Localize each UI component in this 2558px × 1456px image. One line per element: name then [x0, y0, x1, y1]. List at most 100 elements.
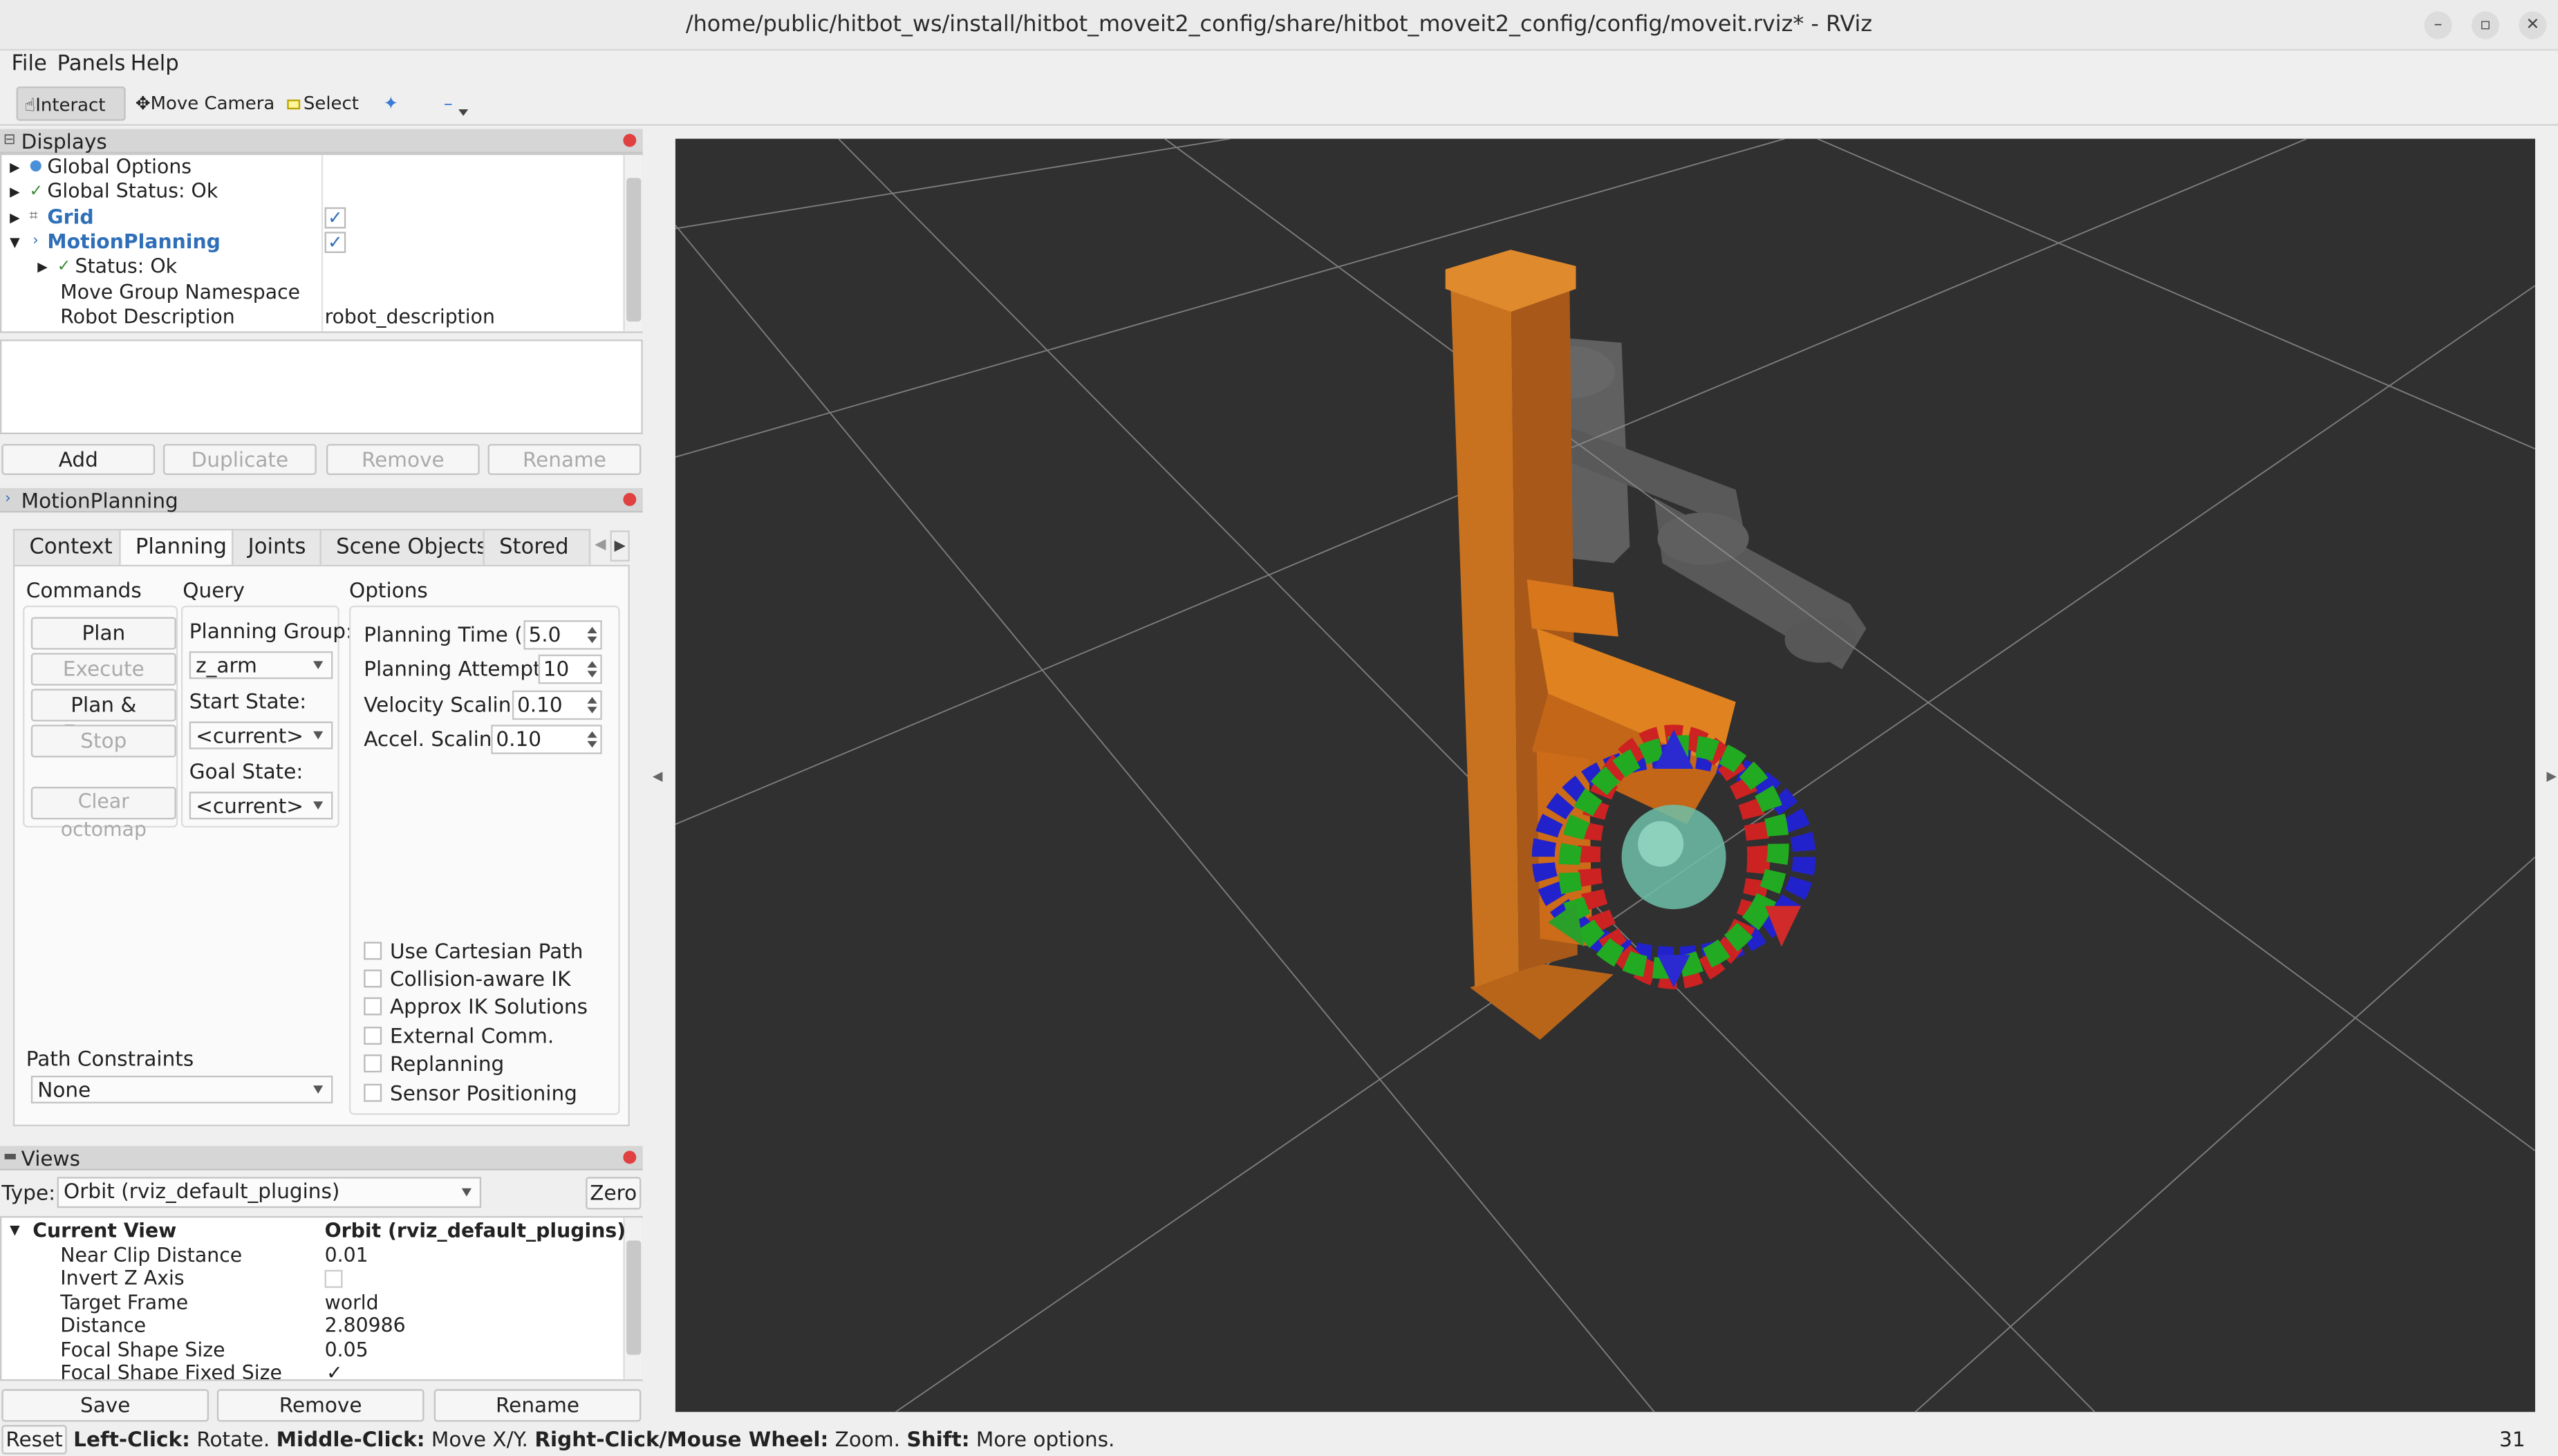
- use-cartesian-path-checkbox[interactable]: [364, 942, 382, 960]
- accel-scaling-spinbox[interactable]: 0.10: [491, 725, 602, 754]
- tab-context[interactable]: Context: [12, 528, 129, 565]
- start-state-combo[interactable]: <current>: [189, 721, 333, 749]
- clear-octomap-button[interactable]: Clear octomap: [30, 787, 176, 841]
- select-tool-button[interactable]: Select: [281, 86, 366, 121]
- expand-arrow-icon[interactable]: ▶: [37, 255, 48, 280]
- goal-state-combo[interactable]: <current>: [189, 792, 333, 820]
- spin-down-icon[interactable]: [587, 707, 597, 713]
- display-row-robot-description[interactable]: Robot Description robot_description: [1, 305, 622, 330]
- replanning-checkbox[interactable]: [364, 1054, 382, 1073]
- expand-right-dock-icon[interactable]: ▶: [2546, 769, 2557, 783]
- zero-view-button[interactable]: Zero: [586, 1177, 642, 1210]
- expand-arrow-icon[interactable]: ▶: [10, 180, 20, 205]
- remove-display-button[interactable]: Remove: [326, 444, 480, 476]
- save-view-button[interactable]: Save: [1, 1389, 209, 1422]
- spin-up-icon[interactable]: [587, 731, 597, 738]
- interact-tool-button[interactable]: ☝Interact: [16, 86, 126, 121]
- minimize-icon[interactable]: –: [2424, 11, 2452, 39]
- focal-fixed-checkbox[interactable]: ✓: [326, 1361, 343, 1379]
- view-row-invert-z[interactable]: Invert Z Axis: [1, 1267, 622, 1290]
- tab-stored-scenes[interactable]: Stored Sc: [483, 528, 591, 565]
- menu-help[interactable]: Help: [131, 53, 179, 77]
- collapse-arrow-icon[interactable]: ▼: [10, 1220, 20, 1243]
- display-row-grid[interactable]: ▶ ⌗ Grid ✓: [1, 205, 622, 230]
- collision-aware-ik-checkbox[interactable]: [364, 969, 382, 988]
- display-row-status[interactable]: ▶ ✓ Status: Ok: [1, 255, 622, 280]
- globe-icon: ●: [29, 158, 43, 175]
- plan-button[interactable]: Plan: [30, 617, 176, 650]
- spin-up-icon[interactable]: [587, 626, 597, 634]
- velocity-scaling-spinbox[interactable]: 0.10: [512, 690, 602, 720]
- motionplanning-enabled-checkbox[interactable]: ✓: [324, 232, 346, 253]
- invert-z-checkbox[interactable]: [324, 1269, 343, 1288]
- expand-arrow-icon[interactable]: ▶: [10, 205, 20, 230]
- scroll-thumb[interactable]: [626, 178, 642, 322]
- view-row-near-clip[interactable]: Near Clip Distance 0.01: [1, 1243, 622, 1267]
- 3d-viewport[interactable]: [675, 138, 2535, 1412]
- menu-panels[interactable]: Panels: [57, 53, 126, 77]
- external-comm-checkbox[interactable]: [364, 1027, 382, 1045]
- collapse-left-dock-icon[interactable]: ◀: [653, 769, 663, 783]
- velocity-scaling-label: Velocity Scaling:: [364, 692, 532, 717]
- use-cartesian-path-label: Use Cartesian Path: [389, 938, 584, 963]
- tab-scroll-left-icon[interactable]: ◀: [590, 530, 610, 561]
- planning-time-spinbox[interactable]: 5.0: [523, 620, 602, 650]
- reset-button[interactable]: Reset: [1, 1425, 67, 1455]
- close-icon[interactable]: ✕: [2519, 11, 2547, 39]
- display-row-global-options[interactable]: ▶ ● Global Options: [1, 155, 622, 180]
- spin-up-icon[interactable]: [587, 661, 597, 668]
- planning-group-label: Planning Group:: [189, 618, 353, 644]
- add-tool-icon[interactable]: ✦: [377, 86, 405, 121]
- tab-scene-objects[interactable]: Scene Objects: [319, 528, 504, 565]
- view-row-current-view[interactable]: ▼ Current View Orbit (rviz_default_plugi…: [1, 1220, 626, 1243]
- duplicate-display-button[interactable]: Duplicate: [162, 444, 317, 476]
- expand-arrow-icon[interactable]: ▶: [10, 155, 20, 180]
- chevron-down-icon: [313, 661, 324, 670]
- planning-group-combo[interactable]: z_arm: [189, 651, 333, 680]
- spin-down-icon[interactable]: [587, 740, 597, 748]
- tab-planning[interactable]: Planning: [119, 528, 243, 567]
- displays-scrollbar[interactable]: [623, 155, 643, 332]
- sensor-positioning-checkbox[interactable]: [364, 1083, 382, 1102]
- scroll-thumb[interactable]: [626, 1240, 642, 1355]
- spin-down-icon[interactable]: [587, 671, 597, 678]
- approx-ik-checkbox[interactable]: [364, 997, 382, 1016]
- interact-icon: ☝: [24, 94, 36, 116]
- stop-button[interactable]: Stop: [30, 725, 176, 758]
- plan-and-execute-button[interactable]: Plan & Execute: [30, 689, 176, 745]
- display-row-move-group-namespace[interactable]: Move Group Namespace: [1, 280, 622, 305]
- execute-button[interactable]: Execute: [30, 653, 176, 686]
- spin-up-icon[interactable]: [587, 697, 597, 704]
- tab-joints[interactable]: Joints: [232, 528, 323, 565]
- rename-view-button[interactable]: Rename: [433, 1389, 642, 1422]
- rename-display-button[interactable]: Rename: [487, 444, 642, 476]
- panel-collapse-icon[interactable]: ⊟: [3, 129, 16, 153]
- view-row-focal-shape-size[interactable]: Focal Shape Size 0.05: [1, 1338, 622, 1361]
- approx-ik-label: Approx IK Solutions: [389, 993, 588, 1019]
- close-panel-icon[interactable]: [623, 133, 637, 147]
- display-row-motionplanning[interactable]: ▼ › MotionPlanning ✓: [1, 230, 622, 255]
- collision-aware-ik-label: Collision-aware IK: [389, 966, 571, 991]
- planning-time-label: Planning Time (s):: [364, 622, 548, 646]
- add-display-button[interactable]: Add: [1, 444, 156, 476]
- planning-attempts-spinbox[interactable]: 10: [538, 654, 602, 684]
- spin-down-icon[interactable]: [587, 636, 597, 644]
- view-row-target-frame[interactable]: Target Frame world: [1, 1290, 622, 1314]
- path-constraints-combo[interactable]: None: [30, 1075, 333, 1104]
- close-panel-icon[interactable]: [623, 493, 637, 506]
- tool-dropdown-arrow-icon[interactable]: [458, 109, 469, 116]
- view-type-combo[interactable]: Orbit (rviz_default_plugins): [57, 1177, 482, 1208]
- close-panel-icon[interactable]: [623, 1150, 637, 1164]
- move-camera-tool-button[interactable]: ✥Move Camera: [129, 86, 281, 121]
- view-row-focal-shape-fixed[interactable]: Focal Shape Fixed Size ✓: [1, 1361, 622, 1379]
- menu-file[interactable]: File: [12, 53, 47, 77]
- maximize-icon[interactable]: ▫: [2471, 11, 2500, 39]
- display-row-global-status[interactable]: ▶ ✓ Global Status: Ok: [1, 180, 622, 205]
- view-row-distance[interactable]: Distance 2.80986: [1, 1314, 622, 1338]
- collapse-arrow-icon[interactable]: ▼: [10, 230, 20, 255]
- displays-panel-header: ⊟ Displays: [0, 129, 643, 153]
- grid-enabled-checkbox[interactable]: ✓: [324, 206, 346, 228]
- remove-view-button[interactable]: Remove: [216, 1389, 424, 1422]
- tab-scroll-right-icon[interactable]: ▶: [610, 530, 630, 562]
- remove-tool-icon[interactable]: –: [437, 86, 459, 121]
